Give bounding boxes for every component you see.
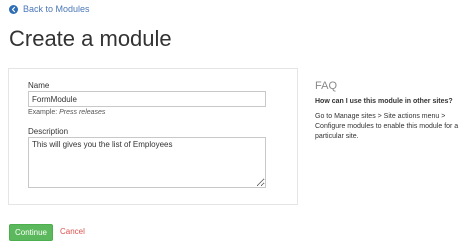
description-label: Description (28, 127, 69, 136)
faq-heading: FAQ (315, 80, 338, 92)
name-example-hint: Example: Press releases (28, 109, 105, 116)
name-label: Name (28, 81, 50, 90)
description-textarea[interactable]: This will gives you the list of Employee… (28, 137, 266, 188)
faq-question: How can I use this module in other sites… (315, 98, 453, 105)
page-title: Create a module (9, 26, 172, 51)
name-input[interactable] (28, 91, 266, 107)
back-to-modules-link[interactable]: Back to Modules (9, 4, 90, 14)
example-value: Press releases (59, 109, 106, 116)
create-module-form: Name Example: Press releases Description… (8, 68, 298, 205)
example-prefix: Example: (28, 109, 58, 116)
cancel-link[interactable]: Cancel (60, 227, 85, 236)
back-to-modules-label: Back to Modules (23, 4, 90, 14)
arrow-left-circle-icon (9, 4, 18, 14)
continue-button[interactable]: Continue (9, 224, 53, 241)
faq-panel: FAQ How can I use this module in other s… (315, 80, 470, 142)
faq-answer: Go to Manage sites > Site actions menu >… (315, 113, 459, 140)
